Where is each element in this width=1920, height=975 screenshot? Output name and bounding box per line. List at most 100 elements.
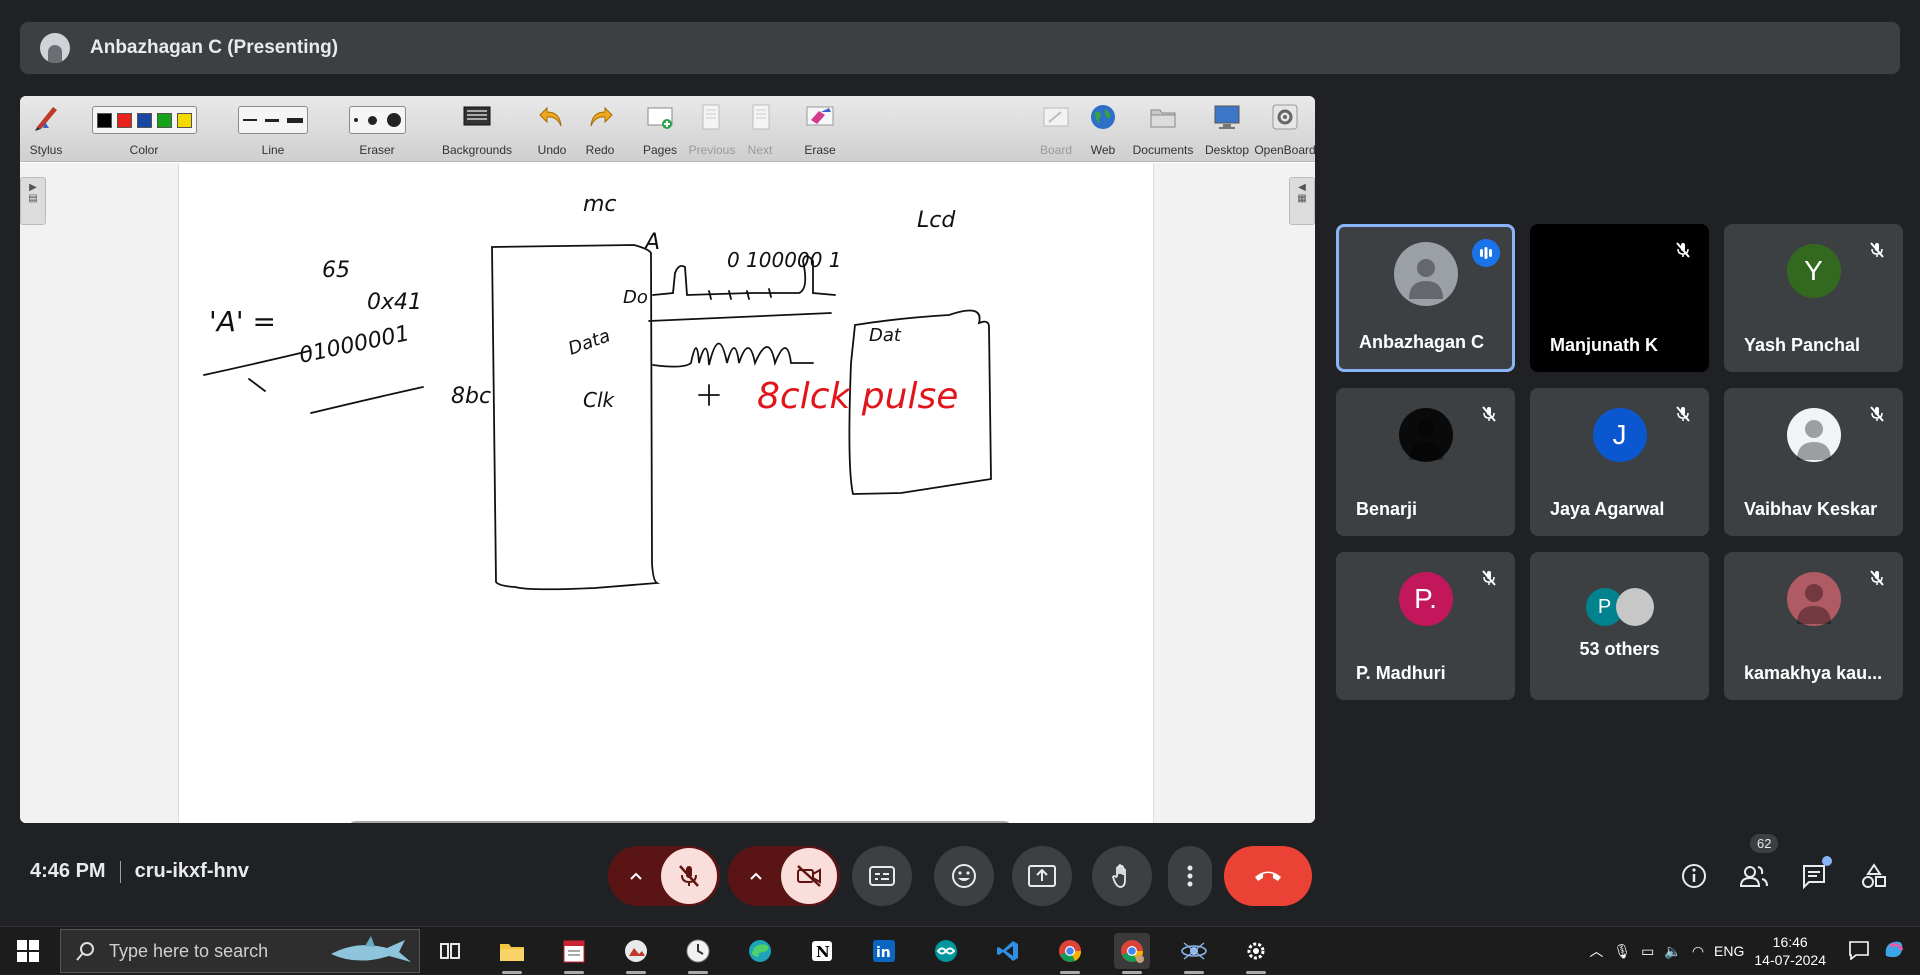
participant-tile[interactable]: Y Yash Panchal xyxy=(1724,224,1903,372)
windows-start-icon[interactable] xyxy=(16,939,40,968)
raise-hand-icon[interactable] xyxy=(1092,846,1152,906)
redo-button[interactable]: Redo xyxy=(578,96,622,162)
audio-options-chevron-icon[interactable] xyxy=(611,846,661,906)
web-button[interactable]: Web xyxy=(1083,96,1123,162)
backgrounds-label: Backgrounds xyxy=(441,143,513,157)
participant-tile[interactable]: Vaibhav Keskar xyxy=(1724,388,1903,536)
leave-call-icon[interactable] xyxy=(1224,846,1312,906)
participant-tile[interactable]: P 53 others xyxy=(1530,552,1709,700)
board-button[interactable]: Board xyxy=(1036,96,1076,162)
mic-muted-icon[interactable] xyxy=(661,848,717,904)
erase-button[interactable]: Erase xyxy=(798,96,842,162)
eraser-size-picker[interactable]: Eraser xyxy=(332,96,422,162)
chrome-icon[interactable] xyxy=(1052,933,1088,974)
mic-muted-icon xyxy=(1863,564,1891,592)
color-black-swatch[interactable] xyxy=(96,112,112,128)
line-medium[interactable] xyxy=(265,118,279,122)
vscode-icon[interactable] xyxy=(990,933,1026,969)
task-view-icon[interactable] xyxy=(432,933,468,969)
participant-tile[interactable]: Anbazhagan C xyxy=(1336,224,1515,372)
undo-label: Undo xyxy=(537,143,567,157)
next-page-button[interactable]: Next xyxy=(738,96,782,162)
volume-icon[interactable]: 🔈 xyxy=(1664,943,1681,960)
undo-button[interactable]: Undo xyxy=(530,96,574,162)
redo-icon xyxy=(585,102,615,132)
participant-avatar xyxy=(1393,242,1458,306)
line-width-picker[interactable]: Line xyxy=(230,96,316,162)
battery-icon[interactable]: ▭ xyxy=(1641,943,1654,960)
line-thick[interactable] xyxy=(287,117,303,123)
whiteboard-page[interactable]: mc Lcd A 'A' = 65 0x41 01000001 8bc 0 10… xyxy=(178,163,1154,823)
file-explorer-icon[interactable] xyxy=(494,933,530,974)
activities-icon[interactable] xyxy=(1856,858,1892,894)
captions-icon[interactable] xyxy=(852,846,912,906)
people-icon[interactable]: 62 xyxy=(1736,834,1779,894)
satellite-app-icon[interactable] xyxy=(1176,933,1212,974)
wifi-icon[interactable]: ◠ xyxy=(1692,943,1704,960)
globe-icon xyxy=(1088,102,1118,132)
previous-page-button[interactable]: Previous xyxy=(688,96,736,162)
present-screen-icon[interactable] xyxy=(1012,846,1072,906)
desktop-button[interactable]: Desktop xyxy=(1202,96,1252,162)
participant-tile[interactable]: kamakhya kau... xyxy=(1724,552,1903,700)
color-yellow-swatch[interactable] xyxy=(176,112,192,128)
notion-icon[interactable]: N xyxy=(804,933,840,969)
taskbar-search-box[interactable]: Type here to search xyxy=(60,929,420,973)
line-thin[interactable] xyxy=(243,119,257,121)
photos-icon[interactable] xyxy=(618,933,654,974)
others-avatar-stack: P xyxy=(1580,580,1660,634)
color-red-swatch[interactable] xyxy=(116,112,132,128)
hw-wave-bits: 0 100000 1 xyxy=(727,248,842,272)
camera-off-icon[interactable] xyxy=(781,848,837,904)
search-icon xyxy=(76,942,94,961)
documents-label: Documents xyxy=(1132,143,1194,157)
line-width-icon xyxy=(238,106,308,134)
gear-icon xyxy=(1270,102,1300,132)
clock-app-icon[interactable] xyxy=(680,933,716,974)
participant-tile[interactable]: J Jaya Agarwal xyxy=(1530,388,1709,536)
line-label: Line xyxy=(261,143,285,157)
linkedin-icon[interactable]: in xyxy=(866,933,902,969)
taskbar-clock[interactable]: 16:46 14-07-2024 xyxy=(1754,933,1826,969)
notification-center-icon[interactable] xyxy=(1848,940,1870,963)
svg-text:N: N xyxy=(816,943,830,961)
more-options-icon[interactable] xyxy=(1168,846,1212,906)
color-picker[interactable]: Color xyxy=(74,96,214,162)
participant-tile[interactable]: Benarji xyxy=(1336,388,1515,536)
tray-mic-icon[interactable]: 🎙 xyxy=(1613,943,1631,960)
pages-button[interactable]: Pages xyxy=(638,96,682,162)
eraser-small[interactable] xyxy=(353,118,358,122)
participant-tile[interactable]: Manjunath K xyxy=(1530,224,1709,372)
handwriting-canvas[interactable]: mc Lcd A 'A' = 65 0x41 01000001 8bc 0 10… xyxy=(179,163,1155,823)
documents-button[interactable]: Documents xyxy=(1130,96,1196,162)
notepad-icon[interactable] xyxy=(556,933,592,974)
stylus-button[interactable]: Stylus xyxy=(24,96,68,162)
meeting-details-icon[interactable] xyxy=(1676,858,1712,894)
video-options-chevron-icon[interactable] xyxy=(731,846,781,906)
emoji-reaction-icon[interactable] xyxy=(934,846,994,906)
eraser-large[interactable] xyxy=(386,113,401,127)
whiteboard-area: ▶ ▤ ◀ ▦ mc Lcd A 'A' = 65 0x41 01000001 … xyxy=(20,163,1315,823)
language-indicator[interactable]: ENG xyxy=(1714,943,1744,959)
color-green-swatch[interactable] xyxy=(156,112,172,128)
copilot-icon[interactable] xyxy=(1880,936,1908,967)
participant-avatar xyxy=(1786,572,1841,626)
participant-name: P. Madhuri xyxy=(1356,663,1446,683)
chrome-profile-icon[interactable] xyxy=(1114,933,1150,974)
color-blue-swatch[interactable] xyxy=(136,112,152,128)
participant-tile[interactable]: P. P. Madhuri xyxy=(1336,552,1515,700)
backgrounds-button[interactable]: Backgrounds xyxy=(440,96,514,162)
settings-icon[interactable] xyxy=(1238,933,1274,974)
right-panel-toggle[interactable]: ◀ ▦ xyxy=(1289,177,1315,225)
left-panel-toggle[interactable]: ▶ ▤ xyxy=(20,177,46,225)
tray-chevron-icon[interactable]: ︿ xyxy=(1589,941,1603,961)
search-placeholder: Type here to search xyxy=(109,940,269,961)
presenting-banner: Anbazhagan C (Presenting) xyxy=(20,22,1900,74)
chat-icon[interactable] xyxy=(1796,856,1832,894)
shark-search-decoration-icon xyxy=(331,936,411,962)
arduino-icon[interactable] xyxy=(928,933,964,969)
openboard-menu-button[interactable]: OpenBoard xyxy=(1254,96,1315,162)
eraser-medium[interactable] xyxy=(367,115,377,125)
participant-avatar: P. xyxy=(1398,572,1453,626)
edge-icon[interactable] xyxy=(742,933,778,969)
